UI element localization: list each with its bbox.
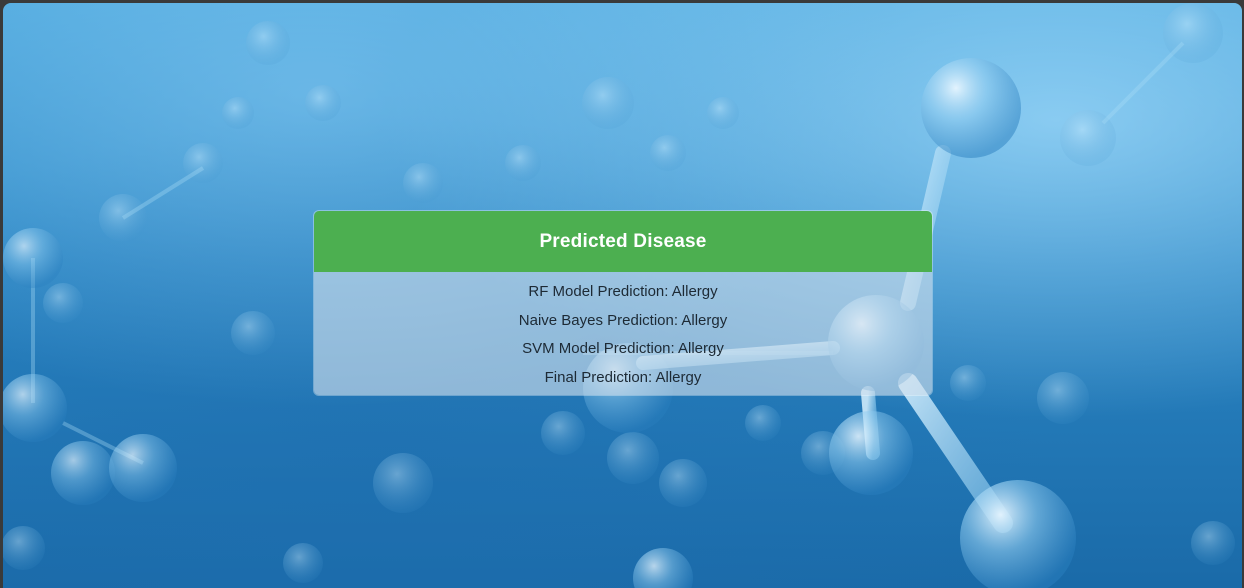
app-window: Predicted Disease RF Model Prediction: A… (3, 3, 1242, 588)
naive-bayes-prediction: Naive Bayes Prediction: Allergy (518, 311, 728, 329)
prediction-result-panel: Predicted Disease RF Model Prediction: A… (314, 211, 932, 395)
panel-body: RF Model Prediction: Allergy Naive Bayes… (314, 272, 932, 395)
svm-model-prediction: SVM Model Prediction: Allergy (522, 340, 724, 357)
panel-title: Predicted Disease (539, 230, 707, 252)
panel-header: Predicted Disease (314, 211, 932, 272)
rf-model-prediction: RF Model Prediction: Allergy (528, 283, 718, 300)
final-prediction: Final Prediction: Allergy (544, 368, 702, 386)
